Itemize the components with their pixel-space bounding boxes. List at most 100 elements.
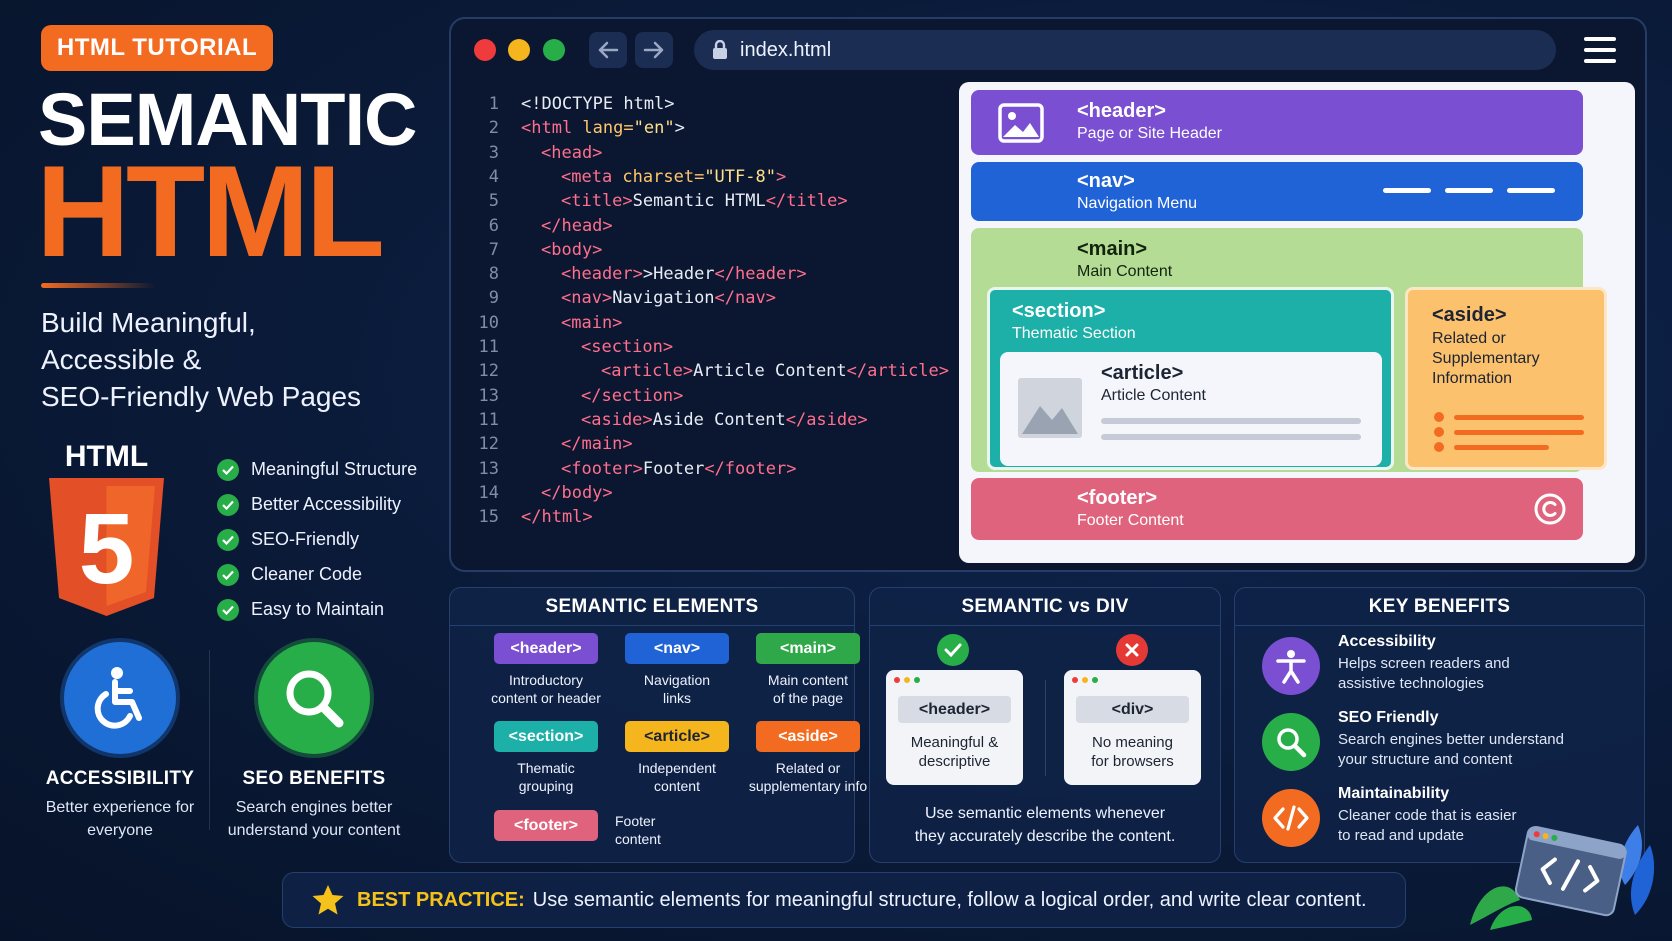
best-practice-text: Use semantic elements for meaningful str… <box>532 888 1367 911</box>
code-token: >Header <box>642 264 715 285</box>
code-token: </body> <box>541 482 613 503</box>
forward-button[interactable] <box>635 32 673 68</box>
code-token: </section> <box>581 385 684 406</box>
code-token: <body> <box>541 239 603 260</box>
close-dot[interactable] <box>474 39 496 61</box>
code-text: <head> <box>521 143 602 167</box>
browser-window: index.html 1 <!DOCTYPE html> 2 <html lang="… <box>449 17 1647 572</box>
code-token: Article Content <box>693 361 847 382</box>
preview-aside: <aside> Related or Supplementary Informati… <box>1405 287 1607 470</box>
subtitle-line: SEO-Friendly Web Pages <box>41 381 362 412</box>
code-line: 7 <body> <box>451 239 603 264</box>
maximize-dot[interactable] <box>543 39 565 61</box>
code-line: 3 <head> <box>451 142 603 167</box>
code-token: <title> <box>561 191 633 212</box>
element-desc: Related or supplementary info <box>748 760 868 794</box>
element-desc: Thematic grouping <box>517 760 575 794</box>
code-token: </article> <box>846 361 950 382</box>
code-line: 4 <meta charset="UTF-8"> <box>451 167 786 191</box>
element-desc: Footer content <box>615 813 661 847</box>
line-number: 9 <box>488 288 499 309</box>
block-desc: Article Content <box>1101 387 1206 404</box>
div-card: <div> No meaning for browsers <box>1064 670 1201 785</box>
checklist-label: Meaningful Structure <box>251 459 418 479</box>
code-token: <nav> <box>561 288 613 309</box>
code-token: > <box>674 118 685 139</box>
block-desc: Footer Content <box>1077 512 1184 529</box>
code-line: 12 </main> <box>451 434 633 458</box>
subtitle: Build Meaningful, Accessible & SEO-Frien… <box>41 304 421 415</box>
code-text: <main> <box>521 313 622 337</box>
lock-icon <box>713 40 727 59</box>
checklist-label: Cleaner Code <box>251 564 363 584</box>
code-text: </html> <box>521 507 593 531</box>
address-bar[interactable]: index.html <box>694 30 1556 70</box>
check-icon <box>217 598 239 621</box>
block-tag: <nav> <box>1077 170 1135 192</box>
line-number: 14 <box>478 482 499 503</box>
minimize-dot[interactable] <box>508 39 530 61</box>
html5-digit: 5 <box>79 493 135 605</box>
element-chip: <header> <box>494 633 598 664</box>
code-text: <title>Semantic HTML</title> <box>521 191 848 215</box>
element-desc: Independent content <box>638 760 716 794</box>
block-tag: <article> <box>1101 362 1184 384</box>
code-line: 1 <!DOCTYPE html> <box>451 94 675 118</box>
line-number: 11 <box>478 409 499 430</box>
code-window-icon <box>1470 825 1655 930</box>
copyright-icon <box>1534 493 1566 525</box>
line-number: 7 <box>488 239 499 260</box>
title-html: HTML <box>36 138 385 284</box>
semantic-card: <header> Meaningful & descriptive <box>886 670 1023 785</box>
panel-title: SEMANTIC vs DIV <box>870 588 1220 626</box>
code-token: "en" <box>633 118 675 139</box>
line-number: 2 <box>488 118 499 139</box>
code-text: </body> <box>521 483 613 507</box>
benefit-title: SEO Friendly <box>1338 709 1439 726</box>
code-token: > <box>775 166 787 187</box>
code-token: </header> <box>714 264 807 285</box>
line-number: 13 <box>478 385 499 406</box>
code-text: <header>>Header</header> <box>521 264 807 288</box>
element-chip: <aside> <box>756 721 860 752</box>
element-desc: Navigation links <box>643 672 711 706</box>
code-token: <head> <box>541 142 603 163</box>
code-line: 11 <aside>Aside Content</aside> <box>451 410 868 434</box>
code-token: Navigation <box>612 288 715 309</box>
back-button[interactable] <box>589 32 627 68</box>
line-number: 3 <box>488 142 499 163</box>
check-icon <box>217 528 239 551</box>
block-tag: <section> <box>1012 300 1106 322</box>
checklist-label: SEO-Friendly <box>251 529 360 549</box>
code-token: </aside> <box>785 409 868 430</box>
check-icon <box>217 563 239 586</box>
code-token: <meta <box>561 166 623 187</box>
code-token: </footer> <box>704 458 797 479</box>
semantic-elements-panel: SEMANTIC ELEMENTS <header> Introductory co… <box>449 587 867 863</box>
code-token: Aside Content <box>652 409 786 430</box>
feature-seo: SEO BENEFITS Search engines better unders… <box>214 642 414 842</box>
element-chip: <footer> <box>494 810 598 841</box>
code-line: 12 <article>Article Content</article> <box>451 361 950 385</box>
feature-desc: Search engines better understand your con… <box>227 799 401 839</box>
code-line: 14 </body> <box>451 483 613 507</box>
checklist-item: Easy to Maintain <box>217 592 417 627</box>
code-line: 13 <footer>Footer</footer> <box>451 458 797 483</box>
code-token: <!DOCTYPE html> <box>521 94 675 114</box>
benefit-checklist: Meaningful Structure Better Accessibilit… <box>217 452 417 627</box>
code-token: lang= <box>582 118 634 139</box>
element-chip: <main> <box>756 633 860 664</box>
hamburger-menu-icon[interactable] <box>1584 37 1616 63</box>
browser-toolbar: index.html <box>451 19 1645 81</box>
code-text: </section> <box>521 386 683 410</box>
code-line: 2 <html lang="en"> <box>451 118 685 142</box>
url-text: index.html <box>740 38 832 61</box>
checklist-item: SEO-Friendly <box>217 522 417 557</box>
subtitle-line: Accessible & <box>41 344 202 375</box>
code-text: <html lang="en"> <box>521 118 685 142</box>
block-desc: Page or Site Header <box>1077 125 1222 142</box>
code-icon <box>1262 789 1320 847</box>
best-practice-bar: BEST PRACTICE: Use semantic elements for… <box>282 872 1406 928</box>
element-chip: <section> <box>494 721 598 752</box>
code-token: </head> <box>541 215 613 236</box>
